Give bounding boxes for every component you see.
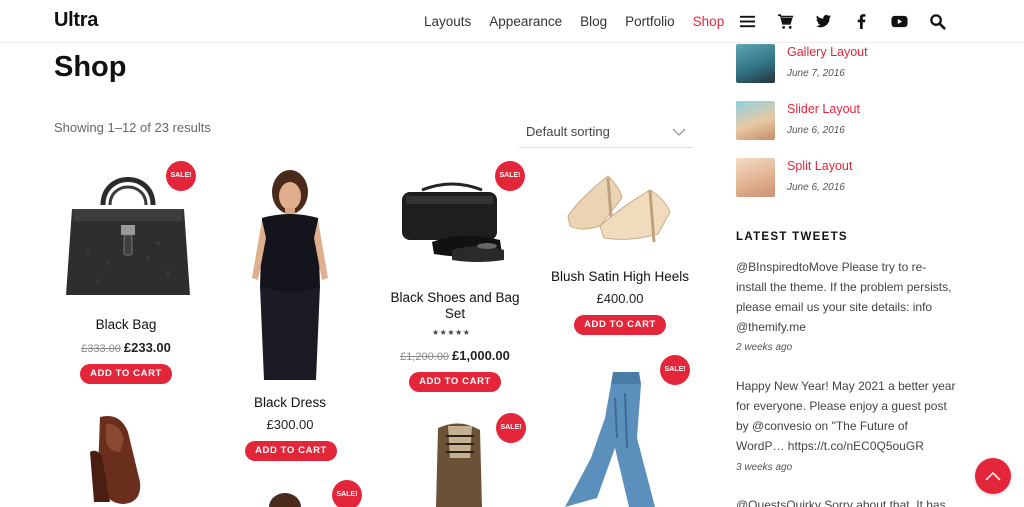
post-date: June 6, 2016 (787, 182, 845, 193)
add-to-cart-button[interactable]: ADD TO CART (245, 441, 337, 461)
product-image[interactable] (240, 168, 340, 383)
product-name[interactable]: Black Dress (215, 395, 365, 411)
tweet-text: @BInspiredtoMove Please try to re-instal… (736, 260, 952, 334)
post-thumbnail[interactable] (736, 101, 775, 140)
sorting-select[interactable]: Default sorting (519, 118, 692, 148)
product-image[interactable] (420, 418, 500, 507)
product-name[interactable]: Black Bag (51, 317, 201, 333)
tweet-time[interactable]: 2 weeks ago (736, 342, 792, 353)
old-price: £1,200.00 (400, 351, 450, 363)
nav-item-portfolio[interactable]: Portfolio (625, 14, 675, 29)
nav-item-blog[interactable]: Blog (580, 14, 607, 29)
youtube-icon[interactable] (890, 12, 908, 30)
product-price: £1,200.00 £1,000.00 (380, 348, 530, 363)
page-title: Shop (54, 51, 127, 83)
product-image[interactable] (555, 368, 675, 507)
product-name[interactable]: Blush Satin High Heels (545, 269, 695, 285)
nav-item-appearance[interactable]: Appearance (489, 14, 562, 29)
facebook-icon[interactable] (852, 12, 870, 30)
product-name[interactable]: Black Shoes and Bag Set (380, 290, 530, 322)
site-header: Ultra Layouts Appearance Blog Portfolio … (0, 0, 1024, 43)
old-price: £333.00 (81, 343, 121, 355)
site-logo[interactable]: Ultra (54, 9, 98, 32)
product-image[interactable] (80, 412, 160, 507)
sale-badge: SALE! (332, 480, 362, 507)
current-price: £300.00 (266, 417, 314, 432)
sale-badge: SALE! (496, 413, 526, 443)
menu-icon[interactable] (738, 12, 756, 30)
add-to-cart-button[interactable]: ADD TO CART (409, 372, 501, 392)
nav-item-layouts[interactable]: Layouts (424, 14, 471, 29)
chevron-up-icon (985, 471, 1001, 481)
sale-badge: SALE! (495, 161, 525, 191)
add-to-cart-button[interactable]: ADD TO CART (80, 364, 172, 384)
post-date: June 6, 2016 (787, 125, 845, 136)
scroll-to-top-button[interactable] (975, 458, 1011, 494)
sale-badge: SALE! (166, 161, 196, 191)
current-price: £233.00 (123, 340, 171, 355)
search-icon[interactable] (928, 12, 946, 30)
post-thumbnail[interactable] (736, 158, 775, 197)
cart-icon[interactable] (776, 12, 794, 30)
tweet-text: @QuestsQuirky Sorry about that. It has (736, 498, 946, 507)
current-price: £400.00 (596, 291, 644, 306)
post-title[interactable]: Slider Layout (787, 102, 860, 116)
product-price: £300.00 (215, 417, 365, 432)
product-image[interactable] (560, 168, 680, 248)
product-image[interactable] (392, 180, 512, 265)
latest-tweets-title: LATEST TWEETS (736, 231, 848, 243)
post-date: June 7, 2016 (787, 68, 845, 79)
add-to-cart-button[interactable]: ADD TO CART (574, 315, 666, 335)
tweet-time[interactable]: 3 weeks ago (736, 462, 792, 473)
post-title[interactable]: Split Layout (787, 159, 852, 173)
tweet-text: Happy New Year! May 2021 a better year f… (736, 379, 956, 453)
sale-badge: SALE! (660, 355, 690, 385)
product-price: £400.00 (545, 291, 695, 306)
product-image[interactable] (255, 490, 315, 507)
product-price: £333.00 £233.00 (51, 340, 201, 355)
post-title[interactable]: Gallery Layout (787, 45, 868, 59)
header-icons (738, 12, 966, 30)
nav-item-shop[interactable]: Shop (693, 14, 725, 29)
sorting-value: Default sorting (526, 124, 610, 139)
twitter-icon[interactable] (814, 12, 832, 30)
chevron-down-icon (672, 128, 686, 136)
rating-stars: ★★★★★ (432, 328, 471, 337)
result-count: Showing 1–12 of 23 results (54, 120, 211, 135)
post-thumbnail[interactable] (736, 44, 775, 83)
main-nav: Layouts Appearance Blog Portfolio Shop (424, 14, 742, 29)
current-price: £1,000.00 (452, 348, 510, 363)
